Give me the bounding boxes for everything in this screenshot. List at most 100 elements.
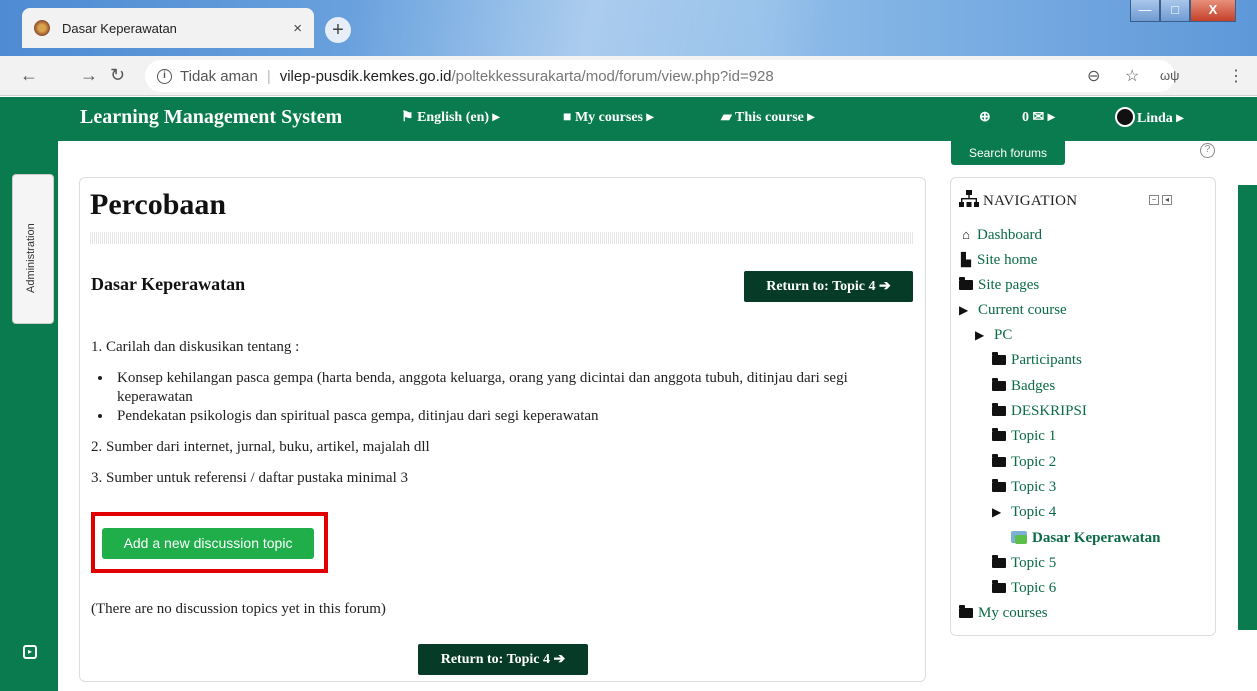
nav-item-label: Topic 5 <box>1011 554 1057 571</box>
my-courses-menu[interactable]: ■ My courses ▸ <box>563 109 654 126</box>
folder-open-icon: ▶ <box>959 302 969 317</box>
reload-icon[interactable]: ↻ <box>110 65 125 86</box>
caret-right-icon: ▸ <box>1047 110 1055 125</box>
navigation-block: NAVIGATION − ◂ ⌂ Dashboard ▙ Site home Sit… <box>950 177 1216 636</box>
briefcase-icon: ■ <box>563 110 572 125</box>
nav-item-my-courses[interactable]: My courses <box>959 601 1160 626</box>
nav-item-site-home[interactable]: ▙ Site home <box>959 247 1160 272</box>
url-host: vilep-pusdik.kemkes.go.id <box>279 67 452 85</box>
folder-icon <box>992 428 1006 442</box>
nav-item-topic-4[interactable]: ▶ Topic 4 <box>959 500 1160 525</box>
browser-tab[interactable]: Dasar Keperawatan × <box>22 8 314 48</box>
folder-icon <box>992 377 1006 391</box>
nav-item-label: Participants <box>1011 352 1082 369</box>
window-minimize-button[interactable]: — <box>1130 0 1160 22</box>
folder-open-icon: ▶ <box>975 328 985 343</box>
add-block-icon[interactable]: ⊕ <box>979 109 991 126</box>
main-content: Percobaan Dasar Keperawatan Return to: T… <box>79 177 926 682</box>
my-courses-label: My courses <box>574 110 644 125</box>
envelope-icon: ✉ <box>1032 110 1045 125</box>
home-icon: ⌂ <box>962 227 970 242</box>
navigation-heading: NAVIGATION <box>959 190 1077 210</box>
titlebar-gradient <box>350 0 950 56</box>
messages-menu[interactable]: 0 ✉ ▸ <box>1022 109 1055 126</box>
caret-right-icon: ▸ <box>492 110 500 125</box>
nav-item-site-pages[interactable]: Site pages <box>959 273 1160 298</box>
administration-dock-tab[interactable]: Administration <box>12 174 54 324</box>
nav-item-label: Badges <box>1011 377 1056 394</box>
sign-in-icon: ➔ <box>553 652 566 667</box>
window-close-button[interactable]: X <box>1190 0 1236 22</box>
nav-item-dasar-keperawatan[interactable]: Dasar Keperawatan <box>959 526 1160 551</box>
folder-icon <box>992 580 1006 594</box>
page-title: Percobaan <box>90 188 227 221</box>
undock-icon[interactable]: ▸ <box>23 645 37 659</box>
messages-count: 0 <box>1022 110 1029 125</box>
browser-titlebar: Dasar Keperawatan × + — □ X <box>0 0 1257 56</box>
address-bar[interactable]: i Tidak aman | vilep-pusdik.kemkes.go.id… <box>145 60 1175 92</box>
navigation-tree: ⌂ Dashboard ▙ Site home Site pages ▶ Curren… <box>959 222 1160 627</box>
nav-item-current-course[interactable]: ▶ Current course <box>959 298 1160 323</box>
address-separator: | <box>266 67 271 85</box>
nav-item-label: PC <box>994 327 1013 344</box>
user-name: Linda <box>1137 111 1173 126</box>
this-course-menu[interactable]: ▰ This course ▸ <box>721 109 814 126</box>
site-brand[interactable]: Learning Management System <box>80 106 342 129</box>
folder-icon <box>992 453 1006 467</box>
caret-right-icon: ▸ <box>807 110 815 125</box>
tab-title: Dasar Keperawatan <box>62 20 177 36</box>
return-to-topic-button[interactable]: Return to: Topic 4 ➔ <box>744 271 913 302</box>
book-icon: ▰ <box>721 110 732 125</box>
forum-intro: 1. Carilah dan diskusikan tentang : Kons… <box>91 338 911 500</box>
intro-bullet-list: Konsep kehilangan pasca gempa (harta ben… <box>113 369 911 426</box>
info-icon[interactable]: i <box>157 68 172 84</box>
user-menu[interactable]: Linda ▸ <box>1115 107 1183 127</box>
help-icon[interactable]: ? <box>1200 143 1215 158</box>
this-course-label: This course <box>735 110 804 125</box>
nav-item-topic-1[interactable]: Topic 1 <box>959 424 1160 449</box>
nav-item-pc[interactable]: ▶ PC <box>959 323 1160 348</box>
window-maximize-button[interactable]: □ <box>1160 0 1190 22</box>
forward-arrow-icon[interactable]: → <box>80 65 98 86</box>
nav-item-label: Topic 2 <box>1011 453 1057 470</box>
nav-item-label: Topic 4 <box>1011 504 1057 521</box>
nav-item-topic-3[interactable]: Topic 3 <box>959 475 1160 500</box>
url-path: /poltekkessurakarta/mod/forum/view.php?i… <box>451 67 774 85</box>
folder-icon <box>992 403 1006 417</box>
back-arrow-icon[interactable]: ← <box>20 65 38 86</box>
caret-right-icon: ▸ <box>1176 111 1184 126</box>
dock-block-icon[interactable]: ◂ <box>1162 195 1172 205</box>
bookmark-star-icon[interactable]: ☆ <box>1125 66 1139 86</box>
intro-item-3: 3. Sumber untuk referensi / daftar pusta… <box>91 470 408 486</box>
extension-icon[interactable]: ωψ <box>1160 68 1179 83</box>
nav-item-label: My courses <box>978 605 1048 622</box>
page-icon: ▙ <box>961 252 971 268</box>
return-to-topic-button-bottom[interactable]: Return to: Topic 4 ➔ <box>418 644 588 675</box>
zoom-icon[interactable]: ⊖ <box>1087 66 1100 86</box>
menu-dots-icon[interactable]: ⋮ <box>1228 66 1244 86</box>
tab-close-icon[interactable]: × <box>293 20 302 37</box>
nav-item-label: Topic 6 <box>1011 580 1057 597</box>
nav-item-dashboard[interactable]: ⌂ Dashboard <box>959 222 1160 247</box>
nav-item-topic-6[interactable]: Topic 6 <box>959 576 1160 601</box>
sitemap-icon <box>959 190 979 207</box>
intro-item-1: 1. Carilah dan diskusikan tentang : <box>91 339 300 355</box>
language-menu[interactable]: ⚑ English (en) ▸ <box>401 109 500 126</box>
site-favicon-icon <box>34 20 50 36</box>
search-forums-button[interactable]: Search forums <box>951 141 1065 165</box>
add-discussion-topic-button[interactable]: Add a new discussion topic <box>102 528 314 559</box>
nav-item-topic-2[interactable]: Topic 2 <box>959 450 1160 475</box>
nav-item-label: Current course <box>978 301 1067 318</box>
nav-item-deskripsi[interactable]: DESKRIPSI <box>959 399 1160 424</box>
new-tab-button[interactable]: + <box>325 17 351 43</box>
return-label: Return to: Topic 4 <box>440 652 551 667</box>
forum-name-heading: Dasar Keperawatan <box>91 274 246 294</box>
nav-item-participants[interactable]: Participants <box>959 348 1160 373</box>
nav-item-label: Site pages <box>978 276 1040 293</box>
collapse-block-icon[interactable]: − <box>1149 195 1159 205</box>
nav-item-topic-5[interactable]: Topic 5 <box>959 551 1160 576</box>
nav-item-badges[interactable]: Badges <box>959 374 1160 399</box>
nav-item-label: Dasar Keperawatan <box>1032 529 1161 546</box>
intro-item-2: 2. Sumber dari internet, jurnal, buku, a… <box>91 439 430 455</box>
folder-open-icon: ▶ <box>992 505 1002 520</box>
